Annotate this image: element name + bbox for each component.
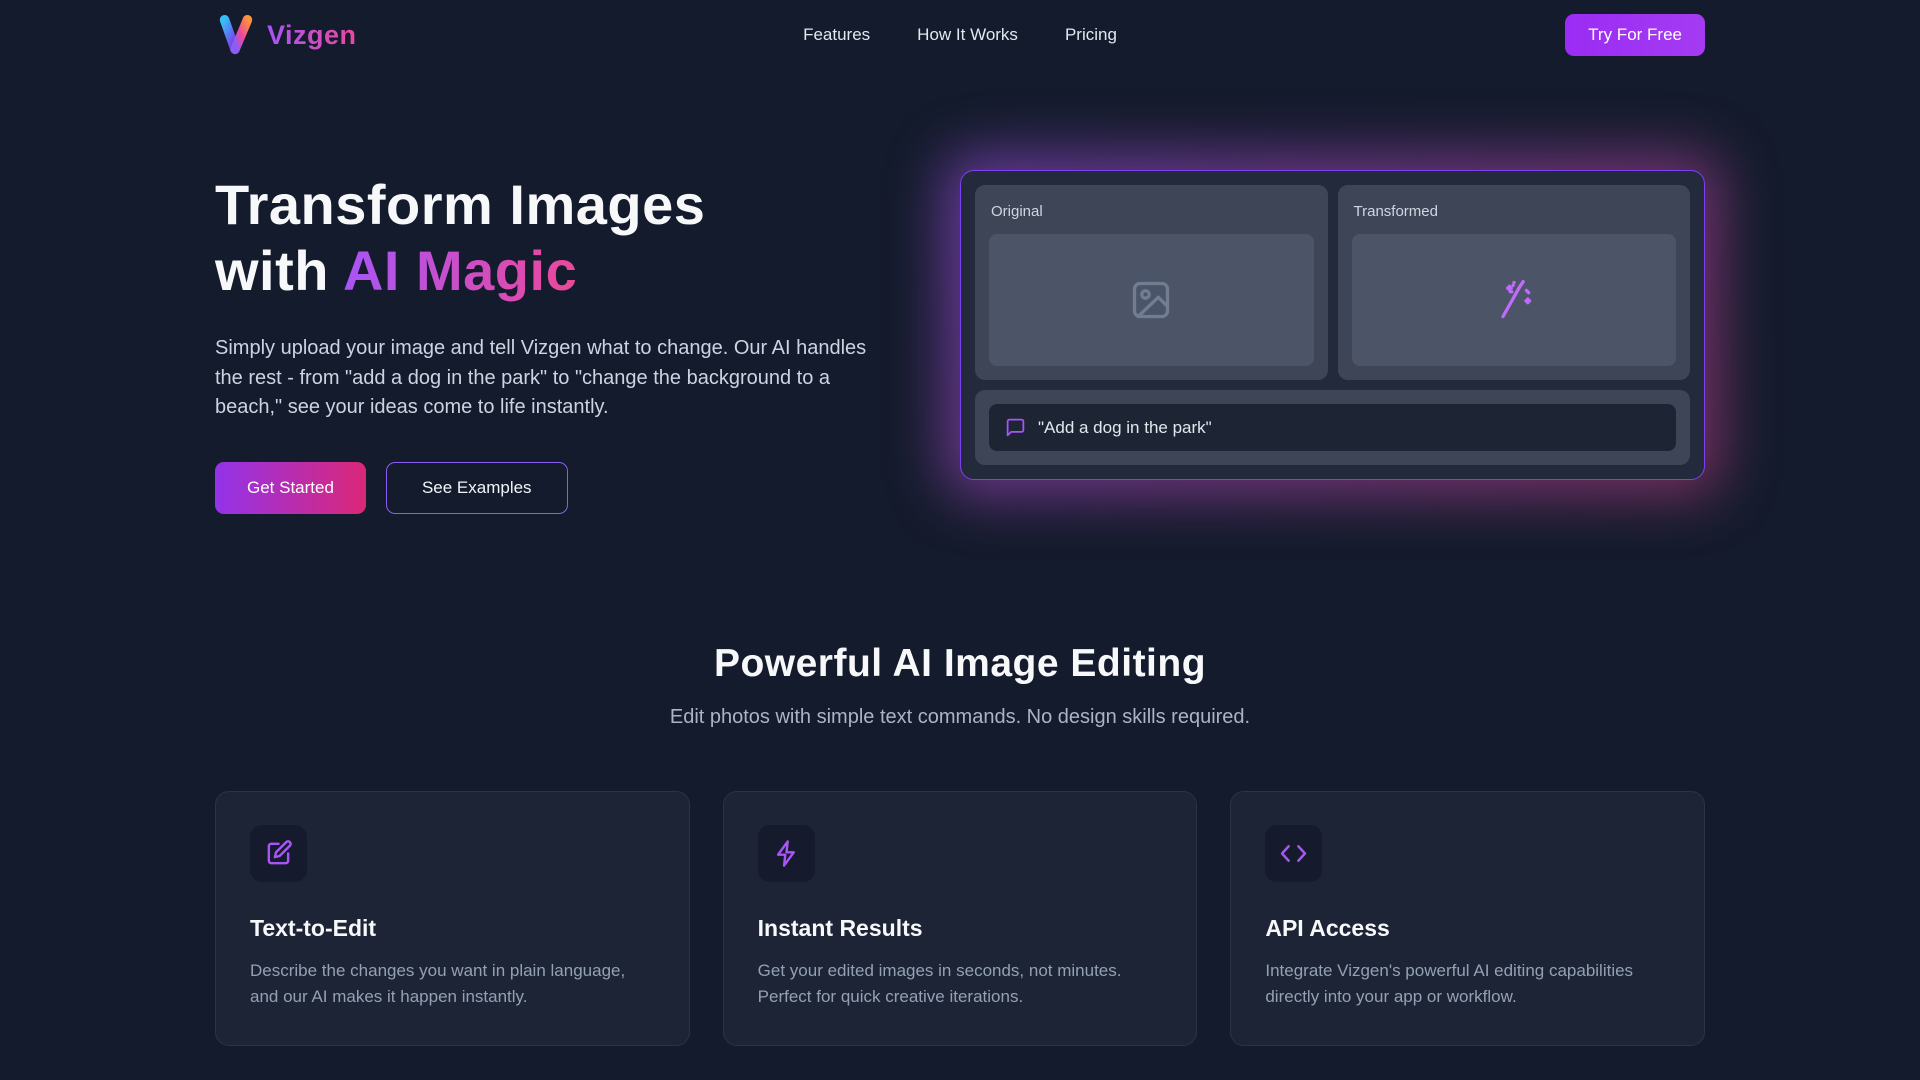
prompt-input[interactable]: "Add a dog in the park"	[989, 404, 1676, 451]
feature-icon-tile	[1265, 825, 1322, 882]
features-subtitle: Edit photos with simple text commands. N…	[215, 706, 1705, 729]
demo-prompt-section: "Add a dog in the park"	[975, 390, 1690, 465]
nav-item-how-it-works[interactable]: How It Works	[917, 25, 1018, 45]
magic-wand-icon	[1492, 278, 1536, 322]
nav-item-features[interactable]: Features	[803, 25, 870, 45]
feature-icon-tile	[250, 825, 307, 882]
demo-preview: Original Transformed	[960, 170, 1705, 480]
features-section: Powerful AI Image Editing Edit photos wi…	[215, 642, 1705, 1046]
feature-icon-tile	[758, 825, 815, 882]
demo-card: Original Transformed	[960, 170, 1705, 480]
features-title: Powerful AI Image Editing	[215, 642, 1705, 686]
feature-title: API Access	[1265, 915, 1670, 942]
hero-title-line2-prefix: with	[215, 239, 343, 302]
see-examples-button[interactable]: See Examples	[386, 462, 568, 514]
hero-section: Transform Images with AI Magic Simply up…	[215, 170, 1705, 514]
feature-description: Get your edited images in seconds, not m…	[758, 958, 1163, 1009]
transformed-image-placeholder	[1352, 234, 1677, 366]
brand-logo[interactable]: Vizgen	[215, 13, 357, 57]
feature-description: Integrate Vizgen's powerful AI editing c…	[1265, 958, 1670, 1009]
image-icon	[1129, 278, 1173, 322]
transformed-panel: Transformed	[1338, 185, 1691, 380]
hero-title-line1: Transform Images	[215, 173, 705, 236]
hero-description: Simply upload your image and tell Vizgen…	[215, 334, 877, 422]
original-image-placeholder	[989, 234, 1314, 366]
hero-title: Transform Images with AI Magic	[215, 172, 905, 304]
prompt-text: "Add a dog in the park"	[1038, 418, 1212, 438]
original-label: Original	[991, 203, 1314, 220]
site-header: Vizgen Features How It Works Pricing Try…	[0, 0, 1920, 70]
try-for-free-button[interactable]: Try For Free	[1565, 14, 1705, 56]
feature-description: Describe the changes you want in plain l…	[250, 958, 655, 1009]
edit-square-icon	[264, 839, 293, 868]
feature-title: Text-to-Edit	[250, 915, 655, 942]
transformed-label: Transformed	[1354, 203, 1677, 220]
vizgen-v-logo-icon	[215, 13, 257, 57]
nav-item-pricing[interactable]: Pricing	[1065, 25, 1117, 45]
code-brackets-icon	[1279, 839, 1308, 868]
feature-title: Instant Results	[758, 915, 1163, 942]
brand-name: Vizgen	[267, 20, 357, 51]
hero-title-highlight: AI Magic	[343, 239, 577, 302]
feature-card-api-access: API Access Integrate Vizgen's powerful A…	[1230, 791, 1705, 1046]
feature-card-instant-results: Instant Results Get your edited images i…	[723, 791, 1198, 1046]
main-nav: Features How It Works Pricing	[803, 25, 1117, 45]
feature-card-text-to-edit: Text-to-Edit Describe the changes you wa…	[215, 791, 690, 1046]
chat-bubble-icon	[1005, 417, 1026, 438]
lightning-bolt-icon	[772, 839, 801, 868]
original-panel: Original	[975, 185, 1328, 380]
get-started-button[interactable]: Get Started	[215, 462, 366, 514]
